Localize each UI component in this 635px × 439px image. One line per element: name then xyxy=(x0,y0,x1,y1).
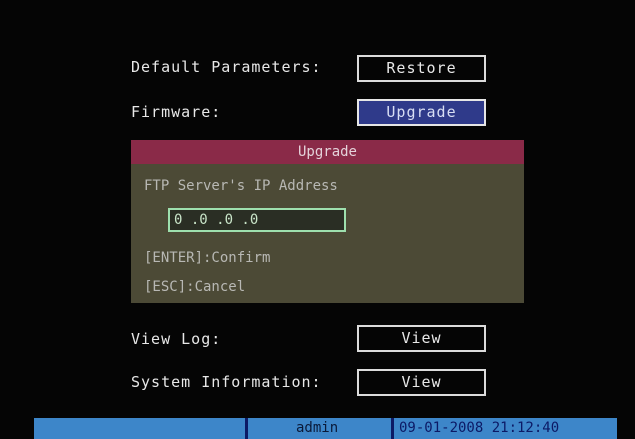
ftp-ip-prompt: FTP Server's IP Address xyxy=(144,178,338,194)
view-log-button[interactable]: View xyxy=(357,325,486,352)
view-log-label: View Log: xyxy=(131,330,222,348)
firmware-label: Firmware: xyxy=(131,103,222,121)
esc-cancel-hint: [ESC]:Cancel xyxy=(144,279,246,295)
default-parameters-label: Default Parameters: xyxy=(131,58,322,76)
dialog-title: Upgrade xyxy=(131,140,524,164)
osd-screen: Default Parameters: Restore Firmware: Up… xyxy=(0,0,635,439)
status-divider xyxy=(391,418,394,439)
status-datetime: 09-01-2008 21:12:40 xyxy=(399,420,560,436)
system-information-label: System Information: xyxy=(131,373,322,391)
upgrade-button[interactable]: Upgrade xyxy=(357,99,486,126)
system-information-button[interactable]: View xyxy=(357,369,486,396)
upgrade-dialog: Upgrade FTP Server's IP Address 0 .0 .0 … xyxy=(131,140,524,303)
enter-confirm-hint: [ENTER]:Confirm xyxy=(144,250,271,266)
ftp-ip-input[interactable]: 0 .0 .0 .0 xyxy=(168,208,346,232)
status-bar: admin 09-01-2008 21:12:40 xyxy=(34,418,617,439)
status-divider xyxy=(245,418,248,439)
restore-button[interactable]: Restore xyxy=(357,55,486,82)
status-user: admin xyxy=(296,420,339,436)
